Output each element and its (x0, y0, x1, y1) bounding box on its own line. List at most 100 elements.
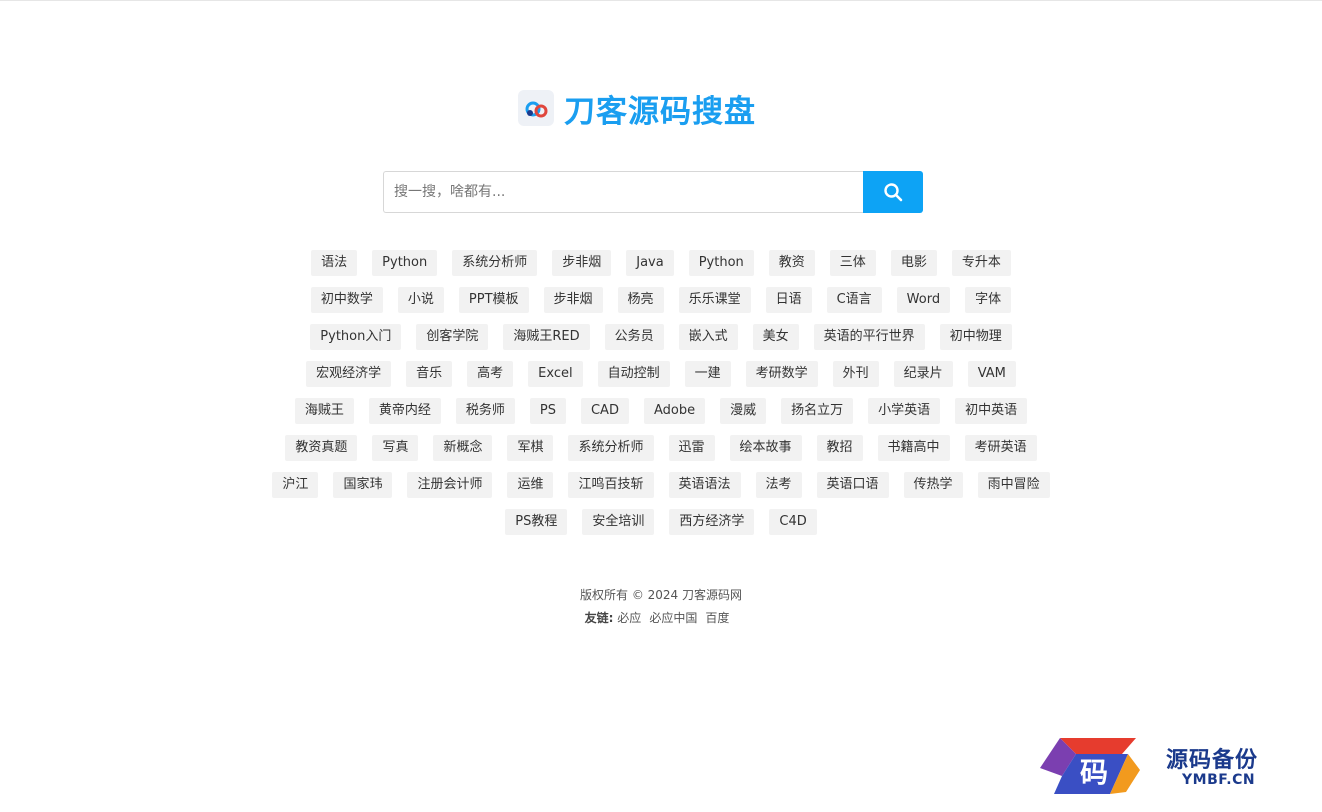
tag-link[interactable]: 电影 (890, 250, 937, 276)
tag-link[interactable]: 国家玮 (333, 472, 393, 498)
tag-link[interactable]: CAD (580, 398, 629, 424)
search-icon (884, 183, 903, 202)
tag-link[interactable]: PS教程 (505, 509, 568, 535)
copyright: 版权所有 © 2024 刀客源码网 (580, 588, 742, 602)
tag-link[interactable]: 一建 (684, 361, 731, 387)
tag-link[interactable]: 音乐 (406, 361, 453, 387)
friend-links-label: 友链: (584, 611, 614, 625)
top-divider (0, 0, 1322, 1)
tag-link[interactable]: 创客学院 (416, 324, 489, 350)
tag-link[interactable]: 海贼王 (294, 398, 354, 424)
tag-link[interactable]: 西方经济学 (669, 509, 755, 535)
friend-link-bing[interactable]: 必应 (617, 611, 641, 625)
tag-link[interactable]: 步非烟 (543, 287, 603, 313)
tag-link[interactable]: 考研英语 (964, 435, 1037, 461)
footer: 版权所有 © 2024 刀客源码网 友链: 必应 必应中国 百度 (0, 584, 1322, 630)
tag-link[interactable]: Excel (528, 361, 583, 387)
tag-link[interactable]: 考研数学 (745, 361, 818, 387)
tag-link[interactable]: 江鸣百技斩 (568, 472, 654, 498)
tag-link[interactable]: 法考 (755, 472, 802, 498)
friend-link-bing-china[interactable]: 必应中国 (649, 611, 697, 625)
tag-row: 沪江 国家玮 注册会计师 运维 江鸣百技斩 英语语法 法考 英语口语 传热学 雨中冒险 (272, 472, 1050, 498)
tag-link[interactable]: 高考 (467, 361, 514, 387)
tag-link[interactable]: 外刊 (832, 361, 879, 387)
site-title: 刀客源码搜盘 (564, 93, 756, 130)
tag-link[interactable]: 自动控制 (597, 361, 670, 387)
tag-link[interactable]: 沪江 (272, 472, 319, 498)
tag-link[interactable]: 绘本故事 (729, 435, 802, 461)
watermark-glyph: 码 (1080, 756, 1108, 789)
tag-link[interactable]: 步非烟 (552, 250, 612, 276)
tag-link[interactable]: 教资 (768, 250, 815, 276)
site-logo[interactable]: 刀客源码搜盘 (518, 88, 756, 130)
tag-link[interactable]: 小说 (397, 287, 444, 313)
tag-link[interactable]: Python (688, 250, 754, 276)
tag-link[interactable]: 教招 (816, 435, 863, 461)
tag-row: PS教程 安全培训 西方经济学 C4D (505, 509, 817, 535)
tag-link[interactable]: 三体 (829, 250, 876, 276)
tag-link[interactable]: 日语 (765, 287, 812, 313)
watermark-title: 源码备份 (1166, 747, 1259, 773)
tag-link[interactable]: 宏观经济学 (306, 361, 392, 387)
tag-link[interactable]: 英语口语 (816, 472, 889, 498)
tag-row: 海贼王 黄帝内经 税务师 PS CAD Adobe 漫威 扬名立万 小学英语 初中英语 (294, 398, 1028, 424)
tag-link[interactable]: 杨亮 (617, 287, 664, 313)
tag-link[interactable]: 嵌入式 (678, 324, 738, 350)
tag-link[interactable]: 初中物理 (939, 324, 1012, 350)
tag-link[interactable]: 专升本 (951, 250, 1011, 276)
tag-link[interactable]: 注册会计师 (407, 472, 493, 498)
tag-link[interactable]: 初中英语 (955, 398, 1028, 424)
search-bar (383, 171, 923, 213)
tag-link[interactable]: Python (372, 250, 438, 276)
tag-link[interactable]: 安全培训 (582, 509, 655, 535)
tag-link[interactable]: 黄帝内经 (368, 398, 441, 424)
tag-link[interactable]: 写真 (372, 435, 419, 461)
page: 刀客源码搜盘 语法Python系统分析师步非烟JavaPython教资三体电影专… (0, 0, 1322, 812)
tag-link[interactable]: 公务员 (604, 324, 664, 350)
tag-link[interactable]: 初中数学 (310, 287, 383, 313)
tag-link[interactable]: 乐乐课堂 (678, 287, 751, 313)
friend-link-baidu[interactable]: 百度 (705, 611, 729, 625)
tag-row: 教资真题 写真 新概念 军棋 系统分析师 迅雷 绘本故事 教招 书籍高中 考研英语 (285, 435, 1037, 461)
tag-link[interactable]: 书籍高中 (877, 435, 950, 461)
tag-link[interactable]: 系统分析师 (452, 250, 538, 276)
tag-row: 语法 Python 系统分析师 步非烟 Java Python 教资 三体 电影 专升本 (311, 250, 1011, 276)
tag-link[interactable]: 语法 (311, 250, 358, 276)
tag-link[interactable]: Adobe (643, 398, 706, 424)
search-button[interactable] (863, 171, 923, 213)
tag-link[interactable]: C语言 (826, 287, 882, 313)
tag-link[interactable]: 教资真题 (285, 435, 358, 461)
tag-link[interactable]: 迅雷 (668, 435, 715, 461)
tag-link[interactable]: Java (626, 250, 674, 276)
tag-link[interactable]: 传热学 (903, 472, 963, 498)
tag-link[interactable]: 小学英语 (868, 398, 941, 424)
tag-link[interactable]: 美女 (752, 324, 799, 350)
cloud-link-icon (518, 90, 554, 126)
tag-link[interactable]: VAM (967, 361, 1016, 387)
tag-row: 初中数学 小说 PPT模板 步非烟 杨亮 乐乐课堂 日语 C语言 Word 字体 (310, 287, 1012, 313)
tag-link[interactable]: 扬名立万 (781, 398, 854, 424)
tag-link[interactable]: 运维 (507, 472, 554, 498)
tag-link[interactable]: 新概念 (433, 435, 493, 461)
tag-row: Python入门 创客学院 海贼王RED 公务员 嵌入式 美女 英语的平行世界 初中物理 (310, 324, 1012, 350)
tag-link[interactable]: Python入门 (310, 324, 402, 350)
tag-link[interactable]: 漫威 (720, 398, 767, 424)
tag-link[interactable]: 军棋 (507, 435, 554, 461)
tag-link[interactable]: Word (896, 287, 951, 313)
tag-link[interactable]: 系统分析师 (568, 435, 654, 461)
search-input[interactable] (383, 171, 863, 213)
watermark-subtitle: YMBF.CN (1182, 772, 1256, 788)
hot-tags: 语法 Python 系统分析师 步非烟 Java Python 教资 三体 电影 专升本 初中数学小… (230, 250, 1092, 535)
tag-link[interactable]: 英语的平行世界 (813, 324, 925, 350)
tag-link[interactable]: PPT模板 (458, 287, 529, 313)
tag-link[interactable]: C4D (769, 509, 817, 535)
tag-link[interactable]: 英语语法 (668, 472, 741, 498)
tag-link[interactable]: 字体 (965, 287, 1012, 313)
tag-link[interactable]: PS (529, 398, 566, 424)
tag-row: 宏观经济学 音乐 高考 Excel 自动控制 一建 考研数学 外刊 纪录片 VAM (306, 361, 1016, 387)
tag-link[interactable]: 海贼王RED (503, 324, 590, 350)
tag-link[interactable]: 税务师 (455, 398, 515, 424)
tag-link[interactable]: 雨中冒险 (977, 472, 1050, 498)
tag-link[interactable]: 纪录片 (893, 361, 953, 387)
friend-links: 友链: 必应 必应中国 百度 (0, 607, 1322, 630)
